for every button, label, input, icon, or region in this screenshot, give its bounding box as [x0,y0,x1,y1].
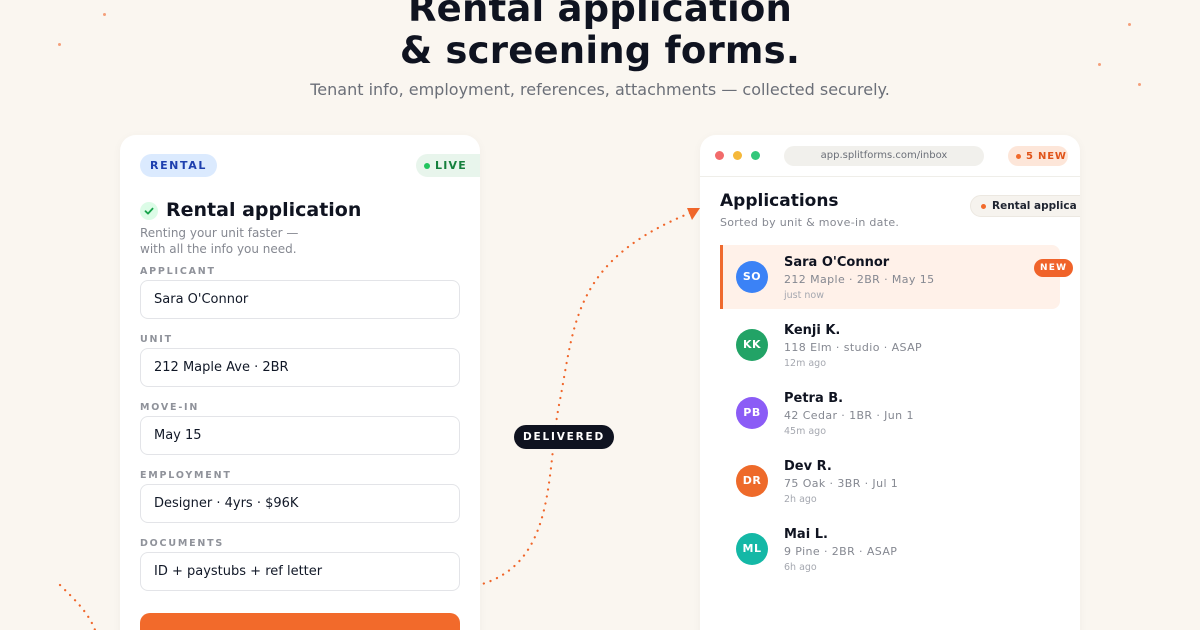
applicant-detail: 212 Maple · 2BR · May 15 [784,273,935,286]
applicant-time: 45m ago [784,426,827,437]
inbox-window: app.splitforms.com/inbox 5 NEW Applicati… [700,135,1080,630]
documents-label: DOCUMENTS [140,538,225,549]
application-row[interactable]: ML Mai L. 9 Pine · 2BR · ASAP 6h ago [720,517,1060,581]
avatar: PB [736,397,768,429]
applicant-name: Dev R. [784,459,832,474]
new-count-label: 5 NEW [1026,150,1067,162]
form-type-badge: RENTAL [140,154,217,177]
move-in-field[interactable]: May 15 [140,416,460,455]
applicant-field[interactable]: Sara O'Connor [140,280,460,319]
window-close-dot[interactable] [715,151,724,160]
employment-field[interactable]: Designer · 4yrs · $96K [140,484,460,523]
new-count-badge: 5 NEW [1008,146,1068,166]
avatar: SO [736,261,768,293]
arrow-head-icon [687,208,700,220]
window-minimize-dot[interactable] [733,151,742,160]
application-row[interactable]: PB Petra B. 42 Cedar · 1BR · Jun 1 45m a… [720,381,1060,445]
employment-label: EMPLOYMENT [140,470,232,481]
window-maximize-dot[interactable] [751,151,760,160]
application-row[interactable]: KK Kenji K. 118 Elm · studio · ASAP 12m … [720,313,1060,377]
applicant-name: Sara O'Connor [784,255,890,270]
applicant-time: just now [784,290,824,301]
unit-field[interactable]: 212 Maple Ave · 2BR [140,348,460,387]
url-bar[interactable]: app.splitforms.com/inbox [784,146,984,166]
topbar-divider [700,176,1080,177]
inbox-title: Applications [720,191,839,211]
new-badge: NEW [1034,259,1074,277]
form-description-line-1: Renting your unit faster — [140,226,299,240]
live-dot-icon [424,162,430,169]
applicant-detail: 42 Cedar · 1BR · Jun 1 [784,409,914,422]
live-status-badge: LIVE [416,154,480,177]
applicant-detail: 9 Pine · 2BR · ASAP [784,545,898,558]
applicant-time: 6h ago [784,562,817,573]
unit-label: UNIT [140,334,173,345]
applicant-label: APPLICANT [140,266,216,277]
applicant-name: Petra B. [784,391,844,406]
form-description-line-2: with all the info you need. [140,242,297,256]
submit-button[interactable] [140,613,460,630]
filter-dot-icon [981,203,986,209]
new-dot-icon [1016,153,1021,159]
rental-form-card: RENTAL LIVE Rental application Renting y… [120,135,480,630]
applicant-name: Mai L. [784,527,828,542]
avatar: KK [736,329,768,361]
documents-field[interactable]: ID + paystubs + ref letter [140,552,460,591]
application-row[interactable]: SO Sara O'Connor 212 Maple · 2BR · May 1… [720,245,1074,309]
applicant-time: 12m ago [784,358,827,369]
live-status-label: LIVE [435,159,467,172]
delivered-badge: DELIVERED [514,425,614,449]
check-icon [140,202,158,220]
form-description: Renting your unit faster — with all the … [140,225,460,257]
avatar: DR [736,465,768,497]
avatar: ML [736,533,768,565]
form-filter-pill[interactable]: Rental applica [970,195,1080,217]
form-title: Rental application [166,199,362,221]
move-in-label: MOVE-IN [140,402,200,413]
applicant-name: Kenji K. [784,323,841,338]
applicant-time: 2h ago [784,494,817,505]
applicant-detail: 75 Oak · 3BR · Jul 1 [784,477,899,490]
applicant-detail: 118 Elm · studio · ASAP [784,341,923,354]
inbox-subtitle: Sorted by unit & move-in date. [720,216,900,229]
application-row[interactable]: DR Dev R. 75 Oak · 3BR · Jul 1 2h ago [720,449,1060,513]
filter-label: Rental applica [992,200,1077,212]
